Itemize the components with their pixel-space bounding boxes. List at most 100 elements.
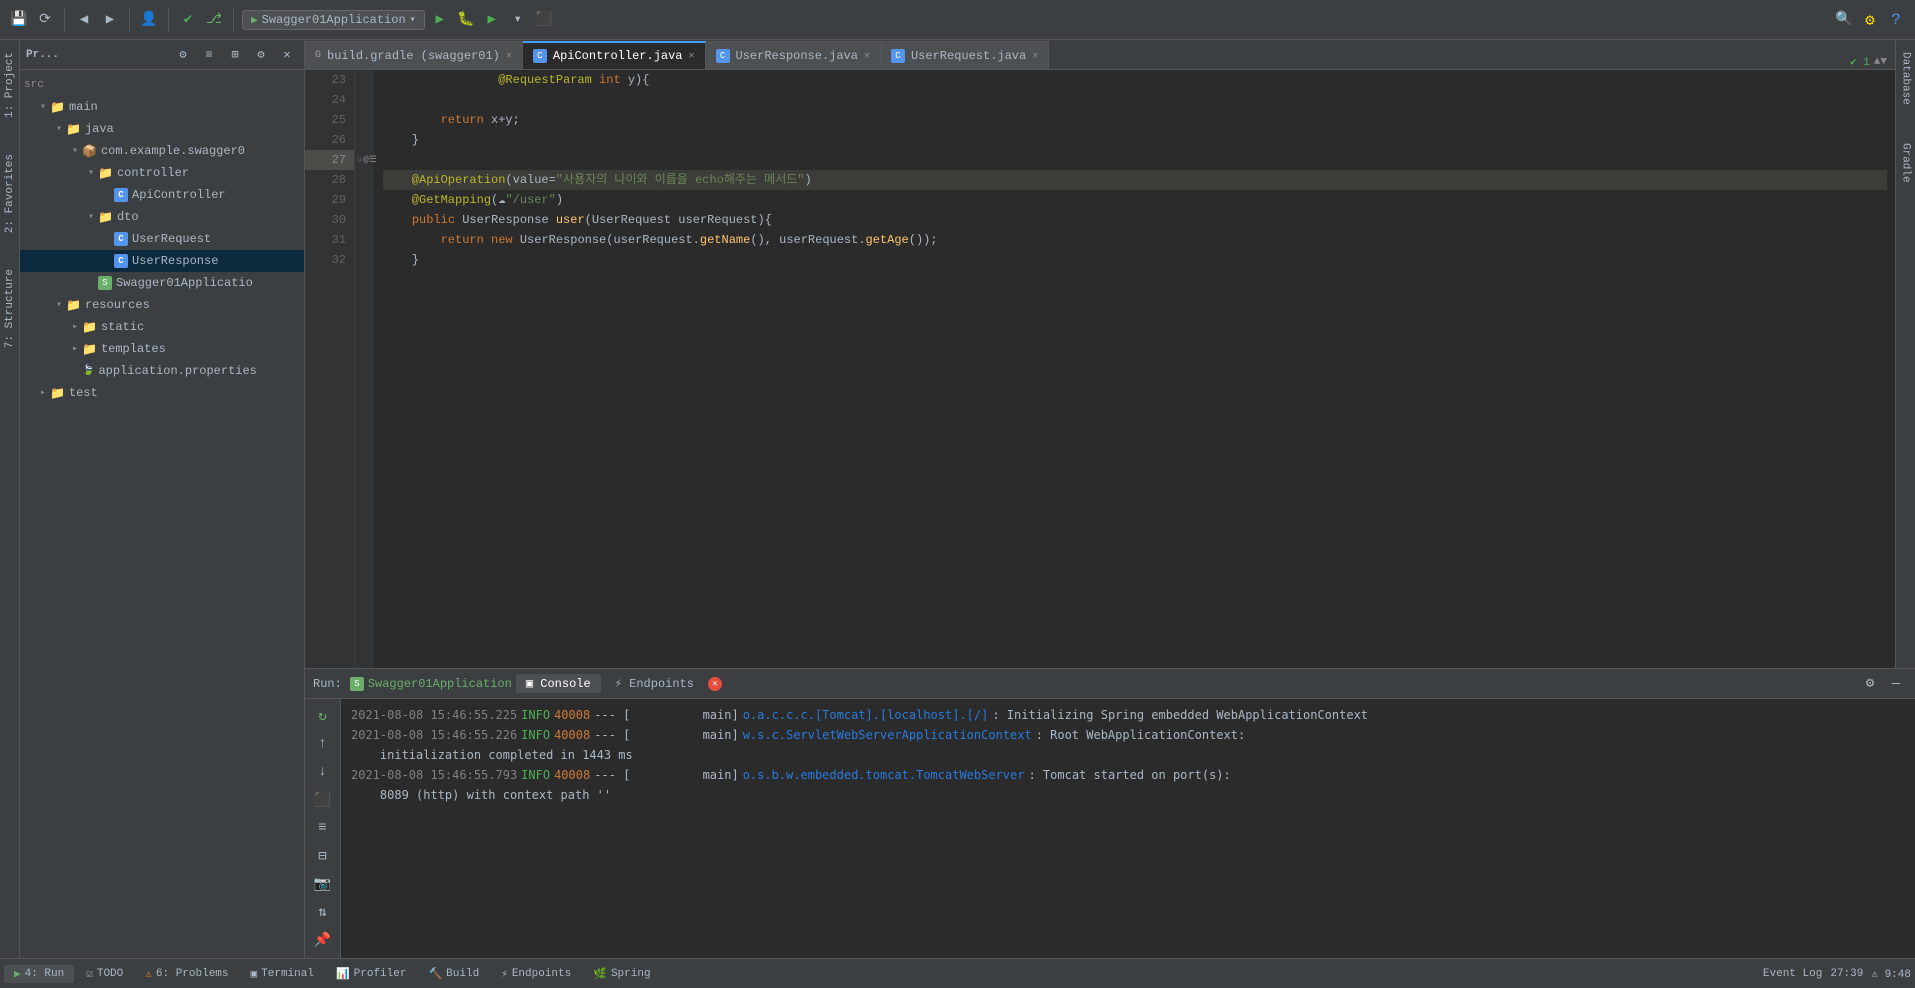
run-app-indicator: S Swagger01Application bbox=[350, 677, 512, 691]
vtab-project[interactable]: 1: Project bbox=[2, 44, 18, 126]
bottom-tabs-bar: Run: S Swagger01Application ▣ Console ⚡ … bbox=[305, 669, 1915, 699]
tab-close-apicontroller[interactable]: ✕ bbox=[689, 50, 695, 62]
breadcrumb-down[interactable]: ▼ bbox=[1880, 56, 1887, 68]
stop-button[interactable]: ⬛ bbox=[533, 9, 555, 31]
bottom-tab-console[interactable]: ▣ Console bbox=[516, 674, 601, 693]
log-pid-3: 40008 bbox=[554, 765, 590, 785]
tab-build-gradle[interactable]: G build.gradle (swagger01) ✕ bbox=[305, 41, 523, 69]
tree-item-com[interactable]: ▾ 📦 com.example.swagger0 bbox=[20, 140, 304, 162]
todo-label: TODO bbox=[97, 968, 123, 980]
tree-item-java[interactable]: ▾ 📁 java bbox=[20, 118, 304, 140]
camera-icon[interactable]: 📷 bbox=[312, 873, 334, 895]
tree-item-templates[interactable]: ▸ 📁 templates bbox=[20, 338, 304, 360]
run-button[interactable]: ▶ bbox=[429, 9, 451, 31]
wrap-icon[interactable]: ≡ bbox=[312, 817, 334, 839]
vtab-database[interactable]: Database bbox=[1898, 44, 1914, 113]
code-token-ur-call: (userRequest. bbox=[606, 230, 700, 250]
tree-item-controller[interactable]: ▾ 📁 controller bbox=[20, 162, 304, 184]
breadcrumb-up[interactable]: ▲ bbox=[1874, 56, 1881, 68]
run-coverage-button[interactable]: ▶ bbox=[481, 9, 503, 31]
java-icon-tab-ures: C bbox=[716, 49, 730, 63]
sidebar-close-icon[interactable]: ✕ bbox=[276, 44, 298, 66]
tree-item-test[interactable]: ▸ 📁 test bbox=[20, 382, 304, 404]
tree-arrow-com: ▾ bbox=[68, 145, 82, 157]
code-content[interactable]: @RequestParam int y){ return x+y; bbox=[375, 70, 1895, 668]
log-time-3: 2021-08-08 15:46:55.793 bbox=[351, 765, 517, 785]
tab-close-build-gradle[interactable]: ✕ bbox=[506, 50, 512, 62]
tree-item-dto[interactable]: ▾ 📁 dto bbox=[20, 206, 304, 228]
console-label: Console bbox=[540, 677, 590, 691]
tree-item-src[interactable]: src bbox=[20, 74, 304, 96]
problems-icon: ⚠ bbox=[145, 967, 152, 981]
toolbar-icon-git[interactable]: ⎇ bbox=[203, 9, 225, 31]
tab-userresponse[interactable]: C UserResponse.java ✕ bbox=[706, 41, 881, 69]
bbar-tab-endpoints[interactable]: ⚡ Endpoints bbox=[491, 965, 581, 983]
toolbar-sep-1 bbox=[64, 8, 65, 32]
help-icon[interactable]: ? bbox=[1885, 9, 1907, 31]
tree-item-static[interactable]: ▸ 📁 static bbox=[20, 316, 304, 338]
tab-label-build-gradle: build.gradle (swagger01) bbox=[327, 49, 500, 63]
bbar-tab-spring[interactable]: 🌿 Spring bbox=[583, 965, 660, 983]
tree-item-apicontroller[interactable]: ▸ C ApiController bbox=[20, 184, 304, 206]
sidebar-settings-icon[interactable]: ⚙ bbox=[172, 44, 194, 66]
run-config-selector[interactable]: ▶ Swagger01Application ▾ bbox=[242, 10, 425, 30]
toolbar-icon-back[interactable]: ◀ bbox=[73, 9, 95, 31]
tree-item-appprops[interactable]: ▸ 🍃 application.properties bbox=[20, 360, 304, 382]
code-line-32 bbox=[383, 270, 1887, 290]
toolbar-icon-save[interactable]: 💾 bbox=[8, 9, 30, 31]
bbar-tab-todo[interactable]: ☑ TODO bbox=[76, 965, 133, 983]
filter-icon[interactable]: ⊟ bbox=[312, 845, 334, 867]
vtab-gradle[interactable]: Gradle bbox=[1898, 135, 1914, 191]
tab-userrequest[interactable]: C UserRequest.java ✕ bbox=[881, 41, 1049, 69]
vtab-structure[interactable]: 7: Structure bbox=[2, 261, 18, 356]
tree-item-userresponse[interactable]: ▸ C UserResponse bbox=[20, 250, 304, 272]
more-run-options[interactable]: ▾ bbox=[507, 9, 529, 31]
settings-icon[interactable]: ⚙ bbox=[1859, 9, 1881, 31]
more-icon[interactable]: ⇅ bbox=[312, 901, 334, 923]
toolbar-icon-user[interactable]: 👤 bbox=[138, 9, 160, 31]
console-text[interactable]: 2021-08-08 15:46:55.225 INFO 40008 --- [… bbox=[341, 699, 1915, 988]
event-log-link[interactable]: Event Log bbox=[1763, 968, 1822, 980]
scroll-up-icon[interactable]: ↑ bbox=[312, 733, 334, 755]
code-token-comma: (), userRequest. bbox=[750, 230, 865, 250]
tab-close-userrequest[interactable]: ✕ bbox=[1032, 50, 1038, 62]
run-minimize-icon[interactable]: — bbox=[1885, 673, 1907, 695]
code-line-24 bbox=[383, 90, 1887, 110]
bottom-tab-endpoints[interactable]: ⚡ Endpoints bbox=[605, 674, 704, 693]
tree-label-static: static bbox=[101, 320, 144, 334]
tab-close-userresponse[interactable]: ✕ bbox=[864, 50, 870, 62]
code-token-plain: x+y; bbox=[491, 110, 520, 130]
sidebar-collapse-icon[interactable]: ≡ bbox=[198, 44, 220, 66]
sidebar-gear-icon[interactable]: ⚙ bbox=[250, 44, 272, 66]
tree-arrow-main: ▾ bbox=[36, 101, 50, 113]
rerun-icon[interactable]: ↻ bbox=[312, 705, 334, 727]
debug-button[interactable]: 🐛 bbox=[455, 9, 477, 31]
tree-item-swagger01app[interactable]: ▸ S Swagger01Applicatio bbox=[20, 272, 304, 294]
tree-item-userrequest[interactable]: ▸ C UserRequest bbox=[20, 228, 304, 250]
problems-label: 6: Problems bbox=[156, 968, 229, 980]
project-sidebar: Pr... ⚙ ≡ ⊞ ⚙ ✕ src ▾ 📁 main ▾ 📁 bbox=[20, 40, 305, 988]
bbar-tab-build[interactable]: 🔨 Build bbox=[418, 965, 489, 983]
close-run-tab[interactable]: ✕ bbox=[708, 677, 722, 691]
tree-item-resources[interactable]: ▾ 📁 resources bbox=[20, 294, 304, 316]
search-icon[interactable]: 🔍 bbox=[1833, 9, 1855, 31]
run-settings-icon[interactable]: ⚙ bbox=[1859, 673, 1881, 695]
code-token-return-new bbox=[383, 230, 441, 250]
build-icon: 🔨 bbox=[428, 967, 442, 981]
toolbar-icon-reload[interactable]: ⟳ bbox=[34, 9, 56, 31]
bbar-tab-terminal[interactable]: ▣ Terminal bbox=[241, 965, 324, 983]
tab-apicontroller[interactable]: C ApiController.java ✕ bbox=[523, 41, 706, 69]
line-numbers: 23 24 25 26 27 28 29 30 31 32 bbox=[305, 70, 355, 668]
bbar-tab-run[interactable]: ▶ 4: Run bbox=[4, 965, 74, 983]
bbar-tab-problems[interactable]: ⚠ 6: Problems bbox=[135, 965, 238, 983]
tree-item-main[interactable]: ▾ 📁 main bbox=[20, 96, 304, 118]
toolbar-icon-checkmark[interactable]: ✔ bbox=[177, 9, 199, 31]
ln-23: 23 bbox=[305, 70, 354, 90]
vtab-favorites[interactable]: 2: Favorites bbox=[2, 146, 18, 241]
stop-icon[interactable]: ⬛ bbox=[312, 789, 334, 811]
bbar-tab-profiler[interactable]: 📊 Profiler bbox=[326, 965, 417, 983]
sidebar-scope-icon[interactable]: ⊞ bbox=[224, 44, 246, 66]
scroll-down-icon[interactable]: ↓ bbox=[312, 761, 334, 783]
pin-icon[interactable]: 📌 bbox=[312, 929, 334, 951]
toolbar-icon-forward[interactable]: ▶ bbox=[99, 9, 121, 31]
